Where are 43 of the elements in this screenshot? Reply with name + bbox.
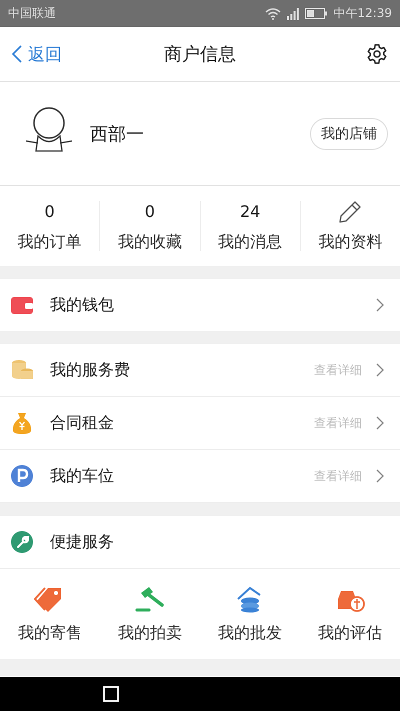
service-item[interactable]: 我的拍卖	[100, 569, 200, 659]
wrench-icon	[10, 530, 34, 554]
coins-icon	[10, 358, 34, 382]
count-value: 0	[44, 200, 55, 222]
moneybag-icon	[10, 411, 34, 435]
stat-link[interactable]: 我的订单	[18, 232, 82, 252]
battery-icon	[305, 8, 328, 19]
shop-button[interactable]: 我的店铺	[310, 118, 388, 150]
stat-link[interactable]: 我的收藏	[118, 232, 182, 252]
row-label: 我的服务费	[50, 360, 131, 380]
chevron-icon	[376, 469, 384, 483]
row-label: 我的钱包	[50, 294, 115, 316]
chevron-icon	[376, 363, 384, 377]
user-name: 西部一	[90, 122, 145, 146]
chevron-icon	[376, 416, 384, 430]
count-value: 0	[144, 200, 155, 222]
page-title: 商户信息	[164, 43, 236, 66]
service-item[interactable]: 我的评估	[300, 569, 400, 659]
stat-link[interactable]: 我的资料	[318, 232, 382, 252]
service-item[interactable]: 我的寄售	[0, 569, 100, 659]
chevron-icon	[376, 298, 384, 312]
stat-link[interactable]: 我的消息	[218, 232, 282, 252]
wallet-icon	[10, 295, 34, 315]
section-title: 便捷服务	[50, 532, 115, 552]
recent-apps-icon[interactable]	[103, 686, 119, 702]
carrier-name: 中国联通	[8, 5, 56, 22]
clock-time: 中午12:39	[333, 5, 392, 22]
settings-icon[interactable]	[366, 43, 388, 65]
fee-row[interactable]: 我的车位 查看详细	[0, 450, 400, 503]
row-label: 合同租金	[50, 412, 115, 434]
fee-row[interactable]: 我的服务费 查看详细	[0, 344, 400, 397]
fee-row[interactable]: 合同租金 查看详细	[0, 397, 400, 450]
back-button[interactable]: 返回	[12, 42, 62, 66]
wallet-row[interactable]: 我的钱包	[0, 279, 400, 331]
wifi-icon	[265, 8, 282, 20]
gavel-icon	[134, 584, 166, 612]
signal-icon	[287, 8, 300, 20]
parking-icon	[10, 464, 34, 488]
count-value: 24	[240, 200, 260, 222]
pencil-icon	[338, 200, 362, 224]
service-item[interactable]: 我的批发	[200, 569, 300, 659]
chevron-icon	[12, 45, 22, 63]
row-label: 我的车位	[50, 466, 115, 486]
